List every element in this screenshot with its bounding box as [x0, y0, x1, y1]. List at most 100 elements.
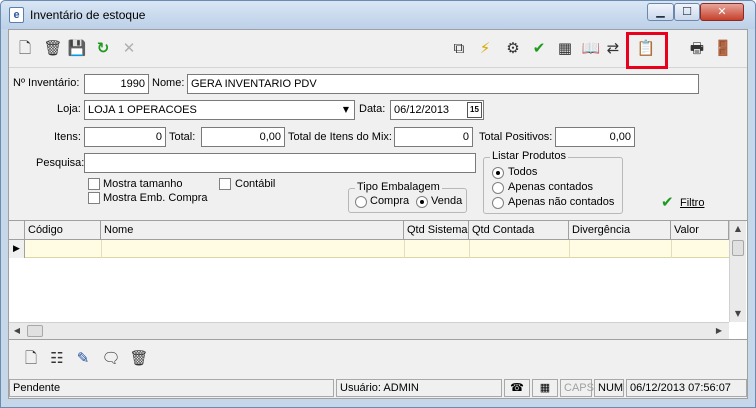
- status-user: Usuário: ADMIN: [336, 379, 502, 397]
- window-title: Inventário de estoque: [30, 8, 146, 22]
- venda-radio[interactable]: [416, 196, 428, 208]
- horizontal-scroll-thumb[interactable]: [27, 325, 43, 337]
- highlight-box: [626, 32, 668, 69]
- table-row[interactable]: [25, 240, 729, 258]
- items-grid[interactable]: Código Nome Qtd Sistema Qtd Contada Dive…: [9, 220, 747, 340]
- tipo-embalagem-title: Tipo Embalagem: [355, 181, 442, 193]
- lightning-icon[interactable]: ⚡: [475, 38, 495, 58]
- refresh-icon[interactable]: ↻: [93, 38, 113, 58]
- column-header-valor[interactable]: Valor: [671, 221, 729, 240]
- vertical-scroll-thumb[interactable]: [732, 240, 744, 256]
- app-icon: e: [9, 7, 24, 23]
- checkmark-icon: ✔: [661, 193, 674, 211]
- contabil-label: Contábil: [235, 178, 276, 190]
- data-field-value: 06/12/2013: [394, 104, 450, 116]
- checkmark-icon[interactable]: ✔: [529, 38, 549, 58]
- todos-radio-label: Todos: [508, 166, 538, 178]
- filtro-button[interactable]: ✔ Filtro: [661, 193, 711, 213]
- status-datetime: 06/12/2013 07:56:07: [626, 379, 747, 397]
- scroll-right-icon[interactable]: ▶: [711, 326, 727, 335]
- vertical-scrollbar[interactable]: ▲ ▼: [729, 221, 746, 322]
- pesquisa-label: Pesquisa:: [36, 157, 85, 169]
- trash-icon[interactable]: 🗑: [43, 38, 63, 58]
- venda-radio-label: Venda: [431, 195, 463, 207]
- trash-icon[interactable]: 🗑: [129, 348, 149, 368]
- apenas-nao-contados-radio[interactable]: [492, 197, 504, 209]
- inventario-field[interactable]: 1990: [84, 74, 149, 94]
- data-label: Data:: [359, 103, 386, 115]
- loja-label: Loja:: [57, 103, 81, 115]
- contabil-checkbox[interactable]: [219, 178, 231, 190]
- column-header-codigo[interactable]: Código: [25, 221, 101, 240]
- data-field[interactable]: 06/12/2013 15: [390, 100, 484, 120]
- compra-radio-label: Compra: [370, 195, 410, 207]
- copy-icon[interactable]: ⧉: [449, 38, 469, 58]
- num-indicator: NUM: [594, 379, 624, 397]
- itens-label: Itens:: [54, 131, 81, 143]
- listar-produtos-group: Listar Produtos Todos Apenas contados Ap…: [483, 150, 623, 214]
- scroll-down-icon[interactable]: ▼: [730, 309, 746, 318]
- new-item-icon[interactable]: 🗋: [21, 348, 41, 368]
- pesquisa-input[interactable]: [84, 153, 476, 173]
- nome-label: Nome:: [152, 77, 185, 89]
- mostra-emb-compra-checkbox[interactable]: [88, 192, 100, 204]
- nome-field[interactable]: GERA INVENTARIO PDV: [187, 74, 699, 94]
- caps-indicator: CAPS: [560, 379, 594, 397]
- todos-radio[interactable]: [492, 167, 504, 179]
- total-field[interactable]: 0,00: [201, 127, 285, 147]
- scroll-left-icon[interactable]: ◀: [9, 326, 25, 335]
- total-positivos-field[interactable]: 0,00: [555, 127, 635, 147]
- new-document-icon[interactable]: 🗋: [15, 38, 35, 58]
- calculator-icon: ▦: [532, 379, 558, 397]
- status-text: Pendente: [9, 379, 334, 397]
- spreadsheet-icon[interactable]: ▦: [555, 38, 575, 58]
- column-header-qtd-contada[interactable]: Qtd Contada: [469, 221, 569, 240]
- inventario-label: Nº Inventário:: [13, 77, 80, 89]
- pencil-folder-icon[interactable]: ✎: [73, 348, 93, 368]
- cancel-icon[interactable]: ✕: [119, 38, 139, 58]
- column-header-nome[interactable]: Nome: [101, 221, 404, 240]
- horizontal-scrollbar[interactable]: ◀ ▶: [9, 322, 729, 339]
- main-toolbar: 🗋 🗑 💾 ↻ ✕ ⧉ ⚡ ⚙ ✔ ▦ 📖 ⇄ 📋 🖶 🚪: [9, 30, 747, 69]
- loja-select[interactable]: LOJA 1 OPERACOES ▼: [84, 100, 355, 120]
- main-window: e Inventário de estoque ▁ ☐ ✕ 🗋 🗑 💾 ↻ ✕ …: [0, 0, 756, 408]
- tipo-embalagem-group: Tipo Embalagem Compra Venda: [348, 181, 467, 213]
- client-area: 🗋 🗑 💾 ↻ ✕ ⧉ ⚡ ⚙ ✔ ▦ 📖 ⇄ 📋 🖶 🚪 Nº Inventá…: [8, 29, 748, 399]
- mostra-emb-compra-label: Mostra Emb. Compra: [103, 192, 208, 204]
- bottom-toolbar: 🗋 ☷ ✎ 🗨 🗑: [9, 340, 747, 372]
- mostra-tamanho-checkbox[interactable]: [88, 178, 100, 190]
- compra-radio[interactable]: [355, 196, 367, 208]
- tools-icon[interactable]: ⚙: [503, 38, 523, 58]
- apenas-contados-label: Apenas contados: [508, 181, 594, 193]
- book-icon[interactable]: 📖: [581, 38, 601, 58]
- itens-field[interactable]: 0: [84, 127, 166, 147]
- status-bar: Pendente Usuário: ADMIN ☎ ▦ CAPS NUM 06/…: [9, 378, 747, 398]
- close-button[interactable]: ✕: [700, 3, 744, 21]
- edit-list-icon[interactable]: ☷: [47, 348, 67, 368]
- title-bar[interactable]: e Inventário de estoque ▁ ☐ ✕: [1, 1, 755, 29]
- filtro-label: Filtro: [680, 197, 705, 209]
- exit-door-icon[interactable]: 🚪: [713, 38, 733, 58]
- loja-select-value: LOJA 1 OPERACOES: [88, 104, 197, 116]
- listar-produtos-title: Listar Produtos: [490, 150, 568, 162]
- phone-icon: ☎: [504, 379, 530, 397]
- row-indicator-icon: ▶: [9, 240, 25, 258]
- apenas-contados-radio[interactable]: [492, 182, 504, 194]
- column-header-divergencia[interactable]: Divergência: [569, 221, 671, 240]
- maximize-button[interactable]: ☐: [674, 3, 700, 21]
- minimize-button[interactable]: ▁: [647, 3, 674, 21]
- printer-icon[interactable]: 🖶: [687, 38, 707, 58]
- book-transfer-icon[interactable]: ⇄: [603, 38, 623, 58]
- calendar-icon[interactable]: 15: [467, 102, 482, 118]
- save-icon[interactable]: 💾: [67, 38, 87, 58]
- column-header-qtd-sistema[interactable]: Qtd Sistema: [404, 221, 469, 240]
- total-positivos-label: Total Positivos:: [479, 131, 553, 143]
- total-label: Total:: [169, 131, 196, 143]
- scroll-up-icon[interactable]: ▲: [730, 224, 746, 233]
- grid-corner: [9, 221, 25, 240]
- comment-icon[interactable]: 🗨: [101, 348, 121, 368]
- mostra-tamanho-label: Mostra tamanho: [103, 178, 183, 190]
- apenas-nao-contados-label: Apenas não contados: [508, 196, 615, 208]
- chevron-down-icon[interactable]: ▼: [338, 101, 354, 119]
- total-itens-mix-field[interactable]: 0: [394, 127, 473, 147]
